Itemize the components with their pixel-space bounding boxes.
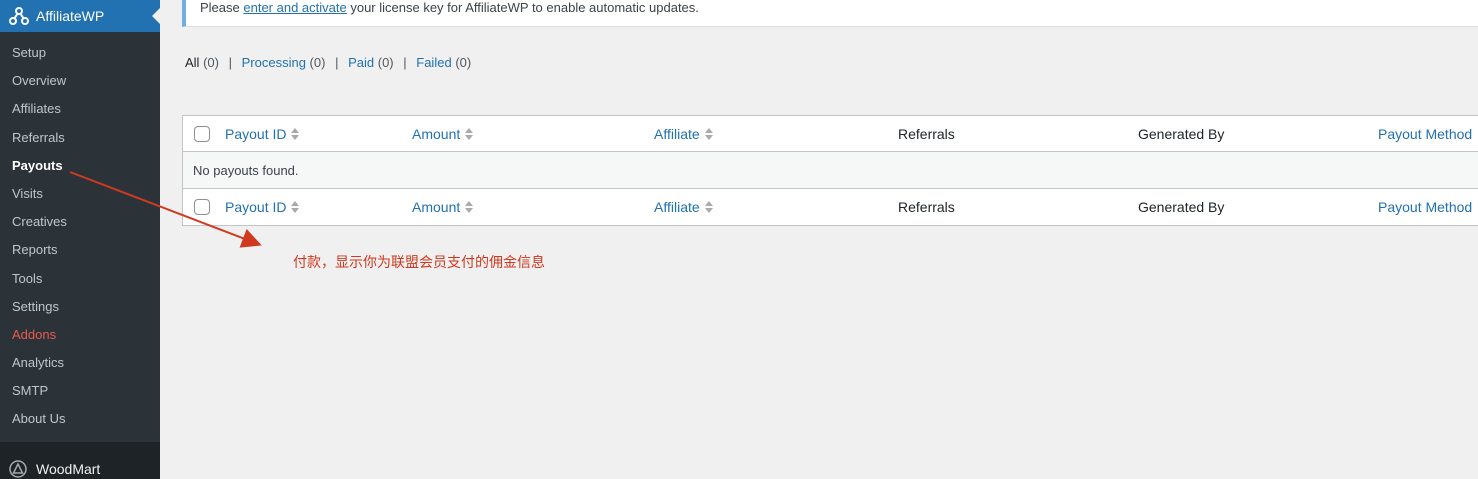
column-footer-affiliate[interactable]: Affiliate	[654, 189, 714, 225]
sidebar-item-visits[interactable]: Visits	[0, 180, 160, 208]
column-header-payout-id[interactable]: Payout ID	[225, 116, 300, 152]
woodmart-logo-icon	[8, 459, 28, 479]
sidebar-item-overview[interactable]: Overview	[0, 67, 160, 95]
column-footer-payout-id[interactable]: Payout ID	[225, 189, 300, 225]
empty-message: No payouts found.	[193, 163, 299, 178]
filter-all-count: (0)	[203, 55, 219, 70]
filter-separator: |	[403, 55, 407, 70]
table-header-row: Payout ID Amount Affiliate Referrals Gen…	[183, 116, 1478, 152]
table-row-empty: No payouts found.	[183, 152, 1478, 189]
sidebar-item-woodmart[interactable]: WoodMart	[0, 454, 160, 479]
column-header-affiliate[interactable]: Affiliate	[654, 116, 714, 152]
sidebar-item-affiliates[interactable]: Affiliates	[0, 95, 160, 123]
column-footer-generated-by: Generated By	[1138, 199, 1225, 215]
sidebar-item-setup[interactable]: Setup	[0, 39, 160, 67]
sort-icon	[465, 128, 474, 141]
annotation-arrow	[69, 171, 262, 248]
sidebar-item-payouts[interactable]: Payouts	[0, 152, 160, 180]
column-footer-payout-method[interactable]: Payout Method	[1378, 189, 1472, 225]
affiliatewp-menu-header[interactable]: AffiliateWP	[0, 0, 160, 32]
column-footer-referrals: Referrals	[898, 199, 955, 215]
payouts-table: Payout ID Amount Affiliate Referrals Gen…	[182, 115, 1478, 226]
enter-license-link[interactable]: enter and activate	[243, 0, 346, 15]
filter-failed-count: (0)	[455, 55, 472, 70]
affiliatewp-logo-icon	[8, 5, 30, 27]
woodmart-label: WoodMart	[36, 461, 101, 477]
select-all-checkbox[interactable]	[194, 126, 210, 142]
sidebar-item-referrals[interactable]: Referrals	[0, 124, 160, 152]
affiliatewp-submenu: Setup Overview Affiliates Referrals Payo…	[0, 32, 160, 442]
column-footer-amount[interactable]: Amount	[412, 189, 474, 225]
sidebar-item-addons[interactable]: Addons	[0, 321, 160, 349]
sort-icon	[465, 201, 474, 214]
brand-label: AffiliateWP	[36, 8, 105, 24]
filter-all[interactable]: All	[185, 55, 199, 70]
sidebar-item-settings[interactable]: Settings	[0, 293, 160, 321]
sort-icon	[291, 128, 300, 141]
notice-suffix: your license key for AffiliateWP to enab…	[346, 0, 699, 15]
column-header-generated-by: Generated By	[1138, 126, 1225, 142]
column-header-payout-method[interactable]: Payout Method	[1378, 116, 1472, 152]
sidebar-item-reports[interactable]: Reports	[0, 236, 160, 264]
filter-separator: |	[228, 55, 232, 70]
sidebar-item-creatives[interactable]: Creatives	[0, 208, 160, 236]
sort-icon	[704, 128, 713, 141]
filter-failed[interactable]: Failed	[416, 55, 451, 70]
filter-processing[interactable]: Processing	[242, 55, 306, 70]
sidebar-item-tools[interactable]: Tools	[0, 265, 160, 293]
annotation-text: 付款，显示你为联盟会员支付的佣金信息	[293, 255, 545, 271]
select-all-checkbox-footer[interactable]	[194, 199, 210, 215]
filter-separator: |	[335, 55, 339, 70]
sidebar-item-smtp[interactable]: SMTP	[0, 377, 160, 405]
table-footer-row: Payout ID Amount Affiliate Referrals Gen…	[183, 189, 1478, 225]
notice-prefix: Please	[200, 0, 244, 15]
filter-processing-count: (0)	[309, 55, 326, 70]
sort-icon	[704, 201, 713, 214]
admin-sidebar: AffiliateWP Setup Overview Affiliates Re…	[0, 0, 160, 479]
license-notice: Please enter and activate your license k…	[182, 0, 1478, 27]
filter-paid-count: (0)	[377, 55, 394, 70]
sidebar-item-about-us[interactable]: About Us	[0, 405, 160, 433]
status-filter-links: All (0) | Processing (0) | Paid (0) | Fa…	[185, 55, 471, 70]
current-menu-notch	[152, 8, 160, 24]
sidebar-item-analytics[interactable]: Analytics	[0, 349, 160, 377]
column-header-amount[interactable]: Amount	[412, 116, 474, 152]
sort-icon	[291, 201, 300, 214]
filter-paid[interactable]: Paid	[348, 55, 374, 70]
column-header-referrals: Referrals	[898, 126, 955, 142]
